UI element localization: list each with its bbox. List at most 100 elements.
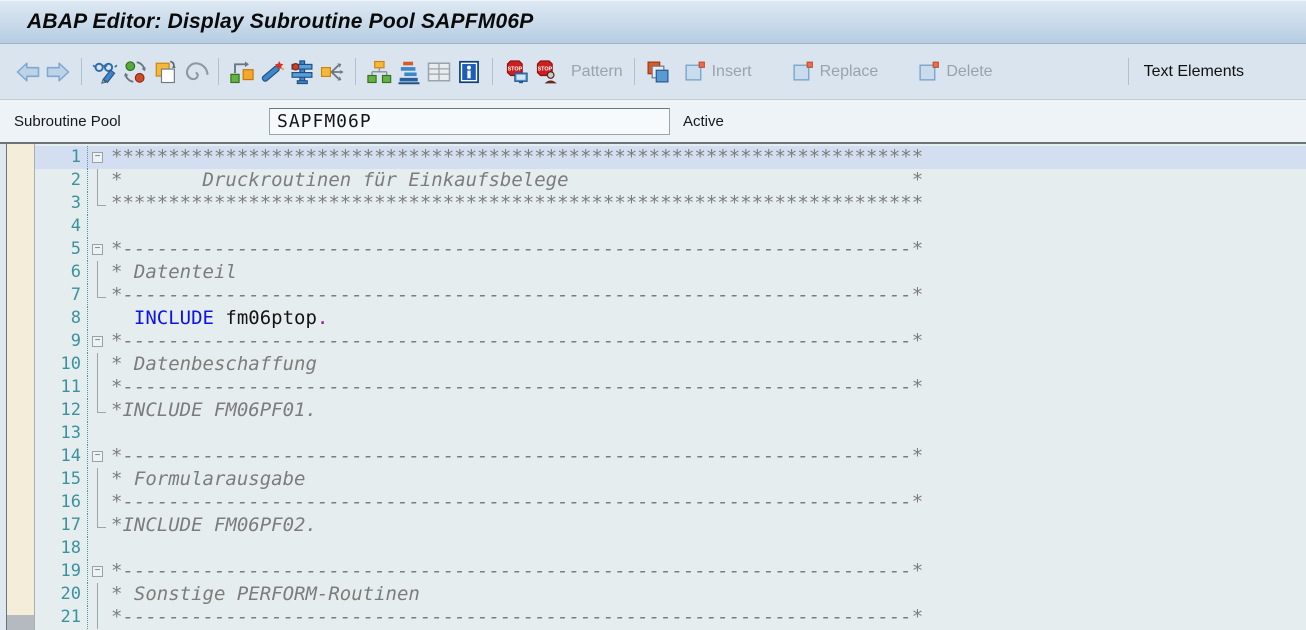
stop-user-icon[interactable]: STOP xyxy=(532,58,560,86)
code-text[interactable]: * Formularausgabe xyxy=(109,468,305,491)
code-text[interactable]: *---------------------------------------… xyxy=(109,330,923,353)
code-text[interactable]: *---------------------------------------… xyxy=(109,238,923,261)
code-text[interactable]: *---------------------------------------… xyxy=(109,376,923,399)
fold-toggle[interactable]: − xyxy=(88,330,109,353)
back-icon[interactable] xyxy=(14,58,42,86)
code-text[interactable]: * Sonstige PERFORM-Routinen xyxy=(109,583,420,606)
fold-marker xyxy=(88,261,109,284)
code-text[interactable]: *---------------------------------------… xyxy=(109,284,923,307)
replace-marker-icon xyxy=(791,59,816,84)
program-name-input[interactable] xyxy=(269,108,670,135)
fold-marker xyxy=(88,422,109,445)
toolbar-separator xyxy=(81,58,82,85)
line-number: 19 xyxy=(35,560,88,583)
copy-icon[interactable] xyxy=(151,58,179,86)
fold-marker xyxy=(88,537,109,560)
delete-button[interactable]: Delete xyxy=(917,59,994,84)
code-line: 16*-------------------------------------… xyxy=(35,491,1306,514)
fold-marker xyxy=(88,169,109,192)
fold-toggle[interactable]: − xyxy=(88,238,109,261)
line-number: 2 xyxy=(35,169,88,192)
code-line: 17*INCLUDE FM06PF02. xyxy=(35,514,1306,537)
line-number: 15 xyxy=(35,468,88,491)
modify-stack-icon[interactable] xyxy=(644,58,672,86)
code-area[interactable]: 1−**************************************… xyxy=(35,144,1306,630)
code-text[interactable] xyxy=(109,537,111,560)
replace-button[interactable]: Replace xyxy=(791,59,881,84)
code-line: 2 * Druckroutinen für Einkaufsbelege * xyxy=(35,169,1306,192)
line-number: 13 xyxy=(35,422,88,445)
insert-button[interactable]: Insert xyxy=(683,59,754,84)
where-used-icon[interactable] xyxy=(228,58,256,86)
code-text[interactable]: INCLUDE fm06ptop. xyxy=(109,307,328,330)
stop-monitor-icon[interactable]: STOP xyxy=(502,58,530,86)
object-list-icon[interactable] xyxy=(365,58,393,86)
fold-toggle[interactable]: − xyxy=(88,560,109,583)
refresh-icon[interactable] xyxy=(121,58,149,86)
fold-toggle[interactable]: − xyxy=(88,445,109,468)
code-line: 21 *-------------------------------------… xyxy=(35,606,1306,629)
display-change-icon[interactable] xyxy=(91,58,119,86)
syntax-check-icon[interactable] xyxy=(288,58,316,86)
code-text[interactable]: * Druckroutinen für Einkaufsbelege * xyxy=(109,169,923,192)
toolbar-separator xyxy=(634,58,635,85)
code-text[interactable] xyxy=(109,215,111,238)
line-number: 14 xyxy=(35,445,88,468)
forward-icon[interactable] xyxy=(44,58,72,86)
code-line: 15 * Formularausgabe xyxy=(35,468,1306,491)
pattern-wand-icon[interactable] xyxy=(258,58,286,86)
code-text[interactable]: ****************************************… xyxy=(109,192,923,215)
code-text[interactable]: * Datenteil xyxy=(109,261,237,284)
spiral-icon[interactable] xyxy=(181,58,209,86)
page-title: ABAP Editor: Display Subroutine Pool SAP… xyxy=(27,10,533,34)
line-number: 1 xyxy=(35,146,88,169)
code-text[interactable]: * Datenbeschaffung xyxy=(109,353,317,376)
line-number: 6 xyxy=(35,261,88,284)
code-text[interactable]: *---------------------------------------… xyxy=(109,560,923,583)
code-line: 20 * Sonstige PERFORM-Routinen xyxy=(35,583,1306,606)
code-text[interactable] xyxy=(109,422,111,445)
code-text[interactable]: *---------------------------------------… xyxy=(109,606,923,629)
code-line: 4 xyxy=(35,215,1306,238)
code-text[interactable]: *---------------------------------------… xyxy=(109,445,923,468)
line-number: 9 xyxy=(35,330,88,353)
code-line: 11 *-------------------------------------… xyxy=(35,376,1306,399)
code-text[interactable]: *INCLUDE FM06PF02. xyxy=(109,514,317,537)
fold-marker xyxy=(88,468,109,491)
code-line: 5−*-------------------------------------… xyxy=(35,238,1306,261)
table-view-icon[interactable] xyxy=(425,58,453,86)
program-type-label: Subroutine Pool xyxy=(14,113,269,130)
toolbar-separator xyxy=(492,58,493,85)
navigate-icon[interactable] xyxy=(318,58,346,86)
fold-marker xyxy=(88,215,109,238)
fold-toggle[interactable]: − xyxy=(88,146,109,169)
line-number: 21 xyxy=(35,606,88,629)
line-number: 11 xyxy=(35,376,88,399)
info-icon[interactable] xyxy=(455,58,483,86)
code-line: 1−**************************************… xyxy=(35,146,1306,169)
fold-marker xyxy=(88,353,109,376)
fold-marker xyxy=(88,192,109,215)
text-elements-button[interactable]: Text Elements xyxy=(1140,63,1246,81)
line-number: 5 xyxy=(35,238,88,261)
code-line: 7*--------------------------------------… xyxy=(35,284,1306,307)
title-bar: ABAP Editor: Display Subroutine Pool SAP… xyxy=(0,0,1306,44)
line-number: 8 xyxy=(35,307,88,330)
code-text[interactable]: *---------------------------------------… xyxy=(109,491,923,514)
code-editor: 1−**************************************… xyxy=(0,142,1306,630)
fold-marker xyxy=(88,376,109,399)
code-text[interactable]: *INCLUDE FM06PF01. xyxy=(109,399,317,422)
toolbar-separator xyxy=(355,58,356,85)
fold-marker xyxy=(88,307,109,330)
line-number: 4 xyxy=(35,215,88,238)
pattern-button[interactable]: Pattern xyxy=(567,63,625,81)
code-line: 8 INCLUDE fm06ptop. xyxy=(35,307,1306,330)
bookmark-column[interactable] xyxy=(6,144,35,630)
fold-marker xyxy=(88,284,109,307)
button-label: Delete xyxy=(942,63,994,81)
line-number: 20 xyxy=(35,583,88,606)
toolbar-separator xyxy=(218,58,219,85)
code-text[interactable]: ****************************************… xyxy=(109,146,923,169)
code-line: 14−*------------------------------------… xyxy=(35,445,1306,468)
sort-stack-icon[interactable] xyxy=(395,58,423,86)
